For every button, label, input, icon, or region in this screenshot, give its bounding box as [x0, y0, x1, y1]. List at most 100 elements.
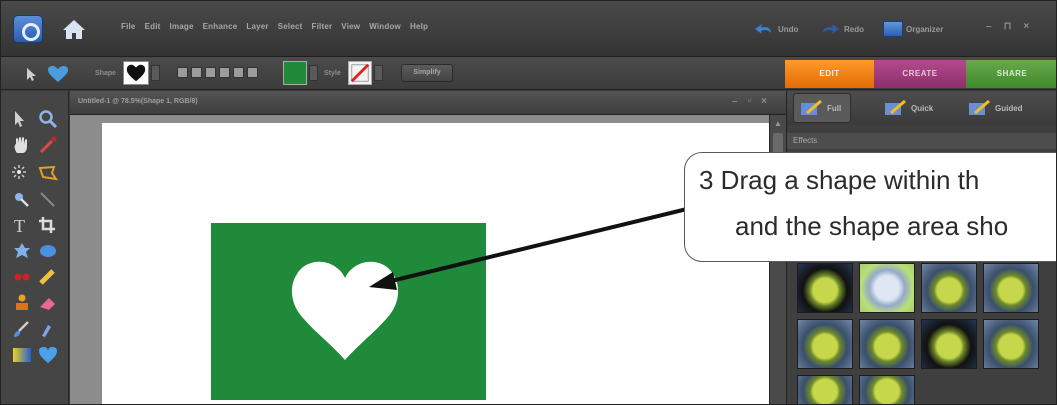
tab-full-label: Full [827, 103, 842, 113]
menu-select[interactable]: Select [278, 22, 303, 31]
toolbox: T [1, 91, 69, 404]
shape-area-mode-buttons [177, 67, 258, 78]
tab-guided[interactable]: Guided [967, 99, 1023, 117]
shape-dropdown-arrow[interactable] [151, 65, 160, 81]
crop-tool-icon[interactable] [37, 215, 59, 235]
shape-label: Shape [95, 70, 117, 77]
undo-icon [755, 24, 771, 34]
effect-thumbnail[interactable] [983, 319, 1039, 369]
minimize-icon[interactable]: – [986, 21, 992, 32]
doc-minimize-icon[interactable]: – [732, 96, 738, 107]
menu-view[interactable]: View [341, 22, 360, 31]
edit-mode-tabs: Full Quick Guided [787, 91, 1056, 125]
effects-panel-header[interactable]: Effects [787, 133, 1056, 149]
spot-healing-tool-icon[interactable] [37, 267, 59, 287]
exclude-shape-button[interactable] [233, 67, 244, 78]
quick-fix-icon [885, 99, 906, 115]
app-logo-icon[interactable] [13, 15, 43, 43]
style-dropdown-arrow[interactable] [374, 65, 383, 81]
heart-shape-cutout[interactable] [287, 254, 403, 364]
tab-quick[interactable]: Quick [883, 99, 933, 117]
redo-button[interactable]: Redo [819, 18, 864, 40]
smart-brush-tool-icon[interactable] [37, 319, 59, 339]
style-picker[interactable] [348, 61, 372, 85]
tab-create[interactable]: CREATE [874, 60, 966, 88]
document-title: Untitled-1 @ 78.5%(Shape 1, RGB/8) [78, 98, 198, 105]
effect-thumbnail[interactable] [859, 319, 915, 369]
custom-shape-tool-icon[interactable] [37, 345, 59, 365]
menu-layer[interactable]: Layer [246, 22, 268, 31]
shape-selection-tool-icon[interactable] [23, 66, 45, 82]
guided-edit-icon [969, 99, 990, 115]
gradient-tool-icon[interactable] [11, 345, 33, 365]
tab-full[interactable]: Full [793, 93, 851, 123]
hand-tool-icon[interactable] [11, 135, 33, 155]
intersect-shape-button[interactable] [219, 67, 230, 78]
effect-thumbnail[interactable] [859, 263, 915, 313]
effects-panel-title: Effects [793, 136, 818, 145]
doc-close-icon[interactable]: × [761, 96, 767, 107]
effect-thumbnail[interactable] [983, 263, 1039, 313]
menu-help[interactable]: Help [410, 22, 428, 31]
lasso-tool-icon[interactable] [37, 163, 59, 183]
move-tool-icon[interactable] [11, 109, 33, 129]
subtract-shape-button[interactable] [205, 67, 216, 78]
undo-button[interactable]: Undo [753, 18, 798, 40]
shape-color-swatch[interactable] [283, 61, 307, 85]
maximize-icon[interactable]: ⊓ [1004, 21, 1012, 32]
simplify-button[interactable]: Simplify [401, 64, 453, 82]
effect-thumbnail[interactable] [859, 375, 915, 404]
brush-tool-icon[interactable] [11, 319, 33, 339]
undo-label: Undo [778, 24, 799, 34]
quick-selection-tool-icon[interactable] [11, 189, 33, 209]
menu-image[interactable]: Image [170, 22, 194, 31]
menu-enhance[interactable]: Enhance [203, 22, 238, 31]
add-to-shape-button[interactable] [191, 67, 202, 78]
document-window-controls: – ▫ × [732, 96, 767, 107]
effect-thumbnail[interactable] [921, 263, 977, 313]
shape-options-button[interactable] [247, 67, 258, 78]
organizer-icon [883, 21, 903, 37]
document-title-bar: Untitled-1 @ 78.5%(Shape 1, RGB/8) – ▫ × [70, 91, 786, 115]
menu-edit[interactable]: Edit [145, 22, 161, 31]
window-controls: – ⊓ × [986, 21, 1029, 32]
effect-thumbnail[interactable] [797, 263, 853, 313]
organizer-label: Organizer [906, 24, 944, 34]
eyedropper-tool-icon[interactable] [37, 135, 59, 155]
redo-label: Redo [844, 24, 864, 34]
magic-wand-tool-icon[interactable] [11, 163, 33, 183]
type-tool-icon[interactable]: T [11, 215, 33, 235]
effect-thumbnail[interactable] [921, 319, 977, 369]
close-icon[interactable]: × [1023, 21, 1029, 32]
red-eye-tool-icon[interactable] [11, 267, 33, 287]
document-canvas[interactable] [102, 123, 769, 404]
callout-line-1: 3 Drag a shape within th [699, 165, 980, 195]
tab-share[interactable]: SHARE [966, 60, 1056, 88]
full-edit-icon [801, 99, 822, 115]
effect-thumbnail[interactable] [797, 319, 853, 369]
scroll-up-arrow-icon[interactable]: ▲ [773, 119, 783, 129]
doc-restore-icon[interactable]: ▫ [748, 96, 752, 107]
tab-edit[interactable]: EDIT [785, 60, 874, 88]
home-icon[interactable] [61, 17, 87, 41]
callout-line-2: and the shape area sho [735, 211, 1009, 241]
clone-stamp-tool-icon[interactable] [11, 293, 33, 313]
organizer-button[interactable]: Organizer [883, 18, 943, 40]
eraser-tool-icon[interactable] [37, 293, 59, 313]
menu-window[interactable]: Window [369, 22, 401, 31]
menu-filter[interactable]: Filter [312, 22, 333, 31]
tab-guided-label: Guided [995, 103, 1023, 113]
canvas-area [70, 115, 769, 404]
menu-file[interactable]: File [121, 22, 136, 31]
straighten-tool-icon[interactable] [37, 241, 59, 261]
cookie-cutter-tool-icon[interactable] [11, 241, 33, 261]
zoom-tool-icon[interactable] [37, 109, 59, 129]
effect-thumbnail[interactable] [797, 375, 853, 404]
menu-bar: File Edit Image Enhance Layer Select Fil… [1, 1, 1056, 57]
color-dropdown-arrow[interactable] [309, 65, 318, 81]
custom-shape-picker[interactable] [123, 61, 149, 85]
selection-brush-tool-icon[interactable] [37, 189, 59, 209]
new-shape-layer-button[interactable] [177, 67, 188, 78]
style-label: Style [324, 70, 341, 77]
shape-tool-heart-icon[interactable] [47, 65, 69, 83]
